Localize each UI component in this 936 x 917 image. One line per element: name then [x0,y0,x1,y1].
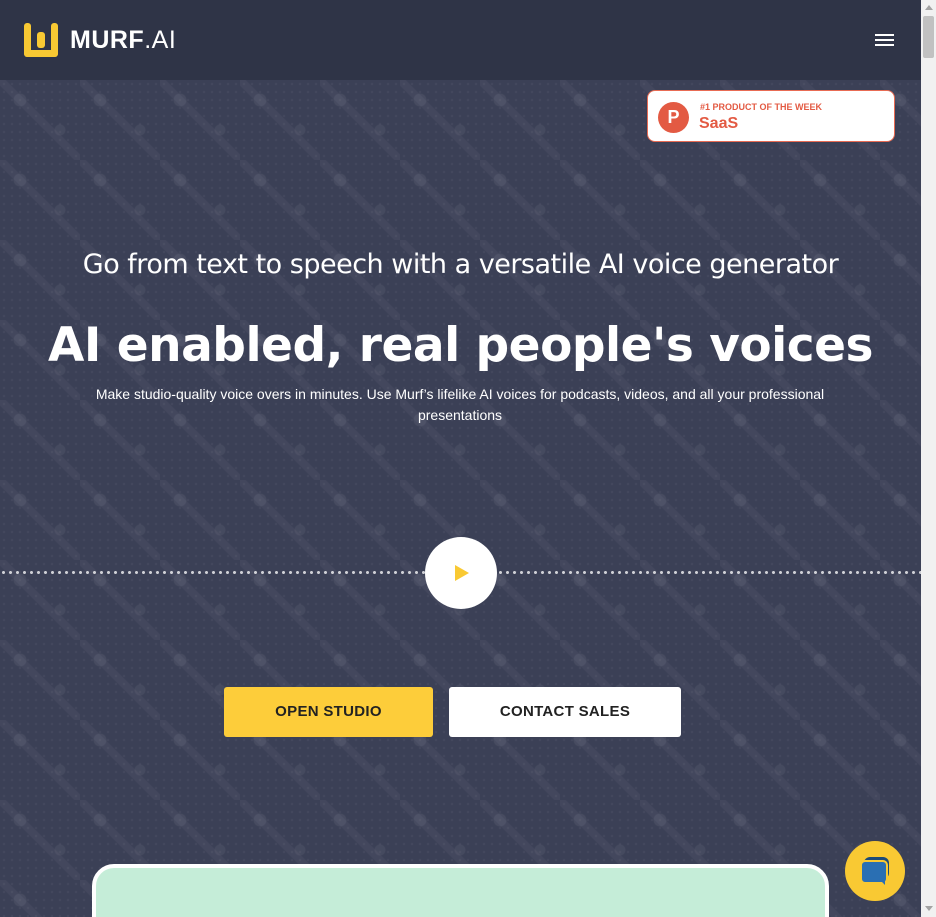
badge-label: #1 PRODUCT OF THE WEEK [700,102,823,112]
page-scrollbar[interactable] [921,0,936,917]
hero-headline: AI enabled, real people's voices [48,318,873,373]
scroll-up-icon[interactable] [925,5,933,10]
hamburger-menu-icon[interactable] [875,32,895,48]
product-preview-card [92,864,829,917]
play-button[interactable] [425,537,497,609]
hero-description: Make studio-quality voice overs in minut… [95,386,825,423]
scrollbar-thumb[interactable] [923,16,934,58]
hero-subheading: Go from text to speech with a versatile … [82,249,839,280]
page: MURF.AI P #1 PRODUCT OF THE WEEK SaaS Go… [0,0,921,917]
murf-logo-mark-icon [24,23,58,57]
play-icon [455,565,469,581]
contact-sales-button[interactable]: CONTACT SALES [449,687,681,737]
murf-logo[interactable]: MURF.AI [24,23,176,57]
badge-category: SaaS [699,115,739,132]
logo-wordmark: MURF.AI [70,25,177,54]
product-hunt-badge[interactable]: P #1 PRODUCT OF THE WEEK SaaS [647,90,895,142]
open-studio-button[interactable]: OPEN STUDIO [224,687,433,737]
top-nav: MURF.AI [0,0,921,80]
chat-widget-button[interactable] [845,841,905,901]
product-hunt-icon: P [658,102,689,133]
scroll-down-icon[interactable] [925,906,933,911]
